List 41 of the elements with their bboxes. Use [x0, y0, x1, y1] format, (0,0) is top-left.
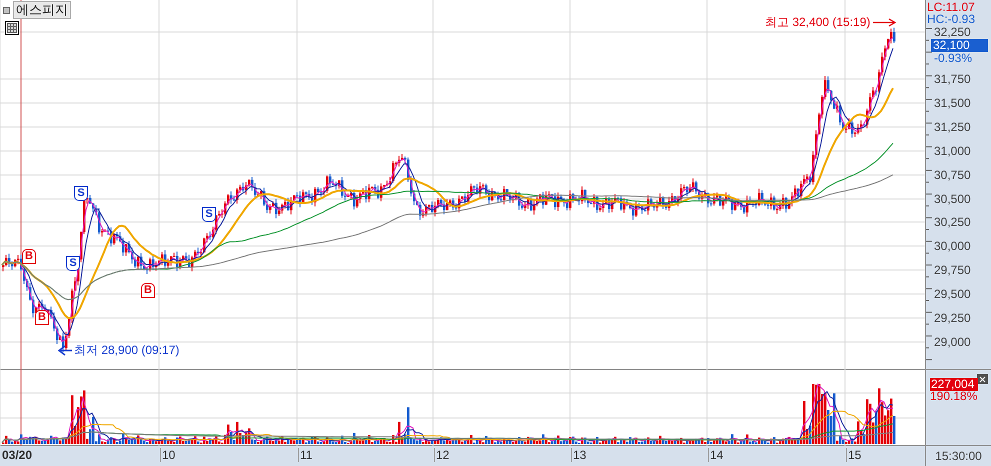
sell-signal-marker: S	[74, 186, 88, 201]
buy-signal-marker: B	[22, 249, 36, 264]
time-axis-label: 11	[298, 448, 312, 462]
volume-value-label: 227,004	[930, 378, 978, 391]
price-tick-label: 30,000	[934, 239, 971, 253]
current-price-label: 32,100	[931, 39, 988, 52]
price-tick-label: 29,000	[934, 335, 971, 349]
price-tick-label: 31,750	[934, 72, 971, 86]
time-axis-label: 10	[160, 448, 176, 462]
price-tick-label: 30,750	[934, 168, 971, 182]
time-axis-label: 12	[434, 448, 450, 462]
table-icon[interactable]	[5, 21, 19, 35]
sell-signal-marker: S	[66, 256, 80, 271]
arrow-icon	[58, 344, 72, 356]
buy-signal-marker: B	[35, 310, 49, 325]
time-axis-label: 15	[846, 448, 862, 462]
price-tick-label: 31,000	[934, 144, 971, 158]
price-tick-label: 30,250	[934, 215, 971, 229]
lc-label: LC:11.07	[927, 1, 975, 14]
sell-signal-marker: S	[202, 207, 216, 222]
time-axis-label: 03/20	[1, 448, 32, 462]
price-tick-label: 29,500	[934, 287, 971, 301]
chart-title: 에스피지	[13, 1, 71, 19]
volume-ratio-label: 190.18%	[930, 390, 978, 403]
price-tick-label: 30,500	[934, 192, 971, 206]
low-price-label: 최저 28,900 (09:17)	[74, 342, 180, 359]
price-tick-label: 31,250	[934, 120, 971, 134]
hc-label: HC:-0.93	[927, 13, 976, 26]
time-axis-label: 13	[571, 448, 586, 462]
close-icon[interactable]	[977, 374, 988, 384]
change-label: -0.93%	[934, 52, 972, 65]
price-tick-label: 29,750	[934, 263, 971, 277]
window-icon[interactable]	[3, 6, 10, 14]
price-tick-label: 32,250	[934, 25, 971, 39]
price-tick-label: 31,500	[934, 96, 971, 110]
buy-signal-marker: B	[141, 283, 155, 298]
price-tick-label: 29,250	[934, 311, 971, 325]
arrow-icon	[873, 18, 898, 26]
time-axis-label: 14	[708, 448, 724, 462]
high-price-label: 최고 32,400 (15:19)	[765, 14, 870, 31]
end-time-label: 15:30:00	[935, 448, 982, 465]
